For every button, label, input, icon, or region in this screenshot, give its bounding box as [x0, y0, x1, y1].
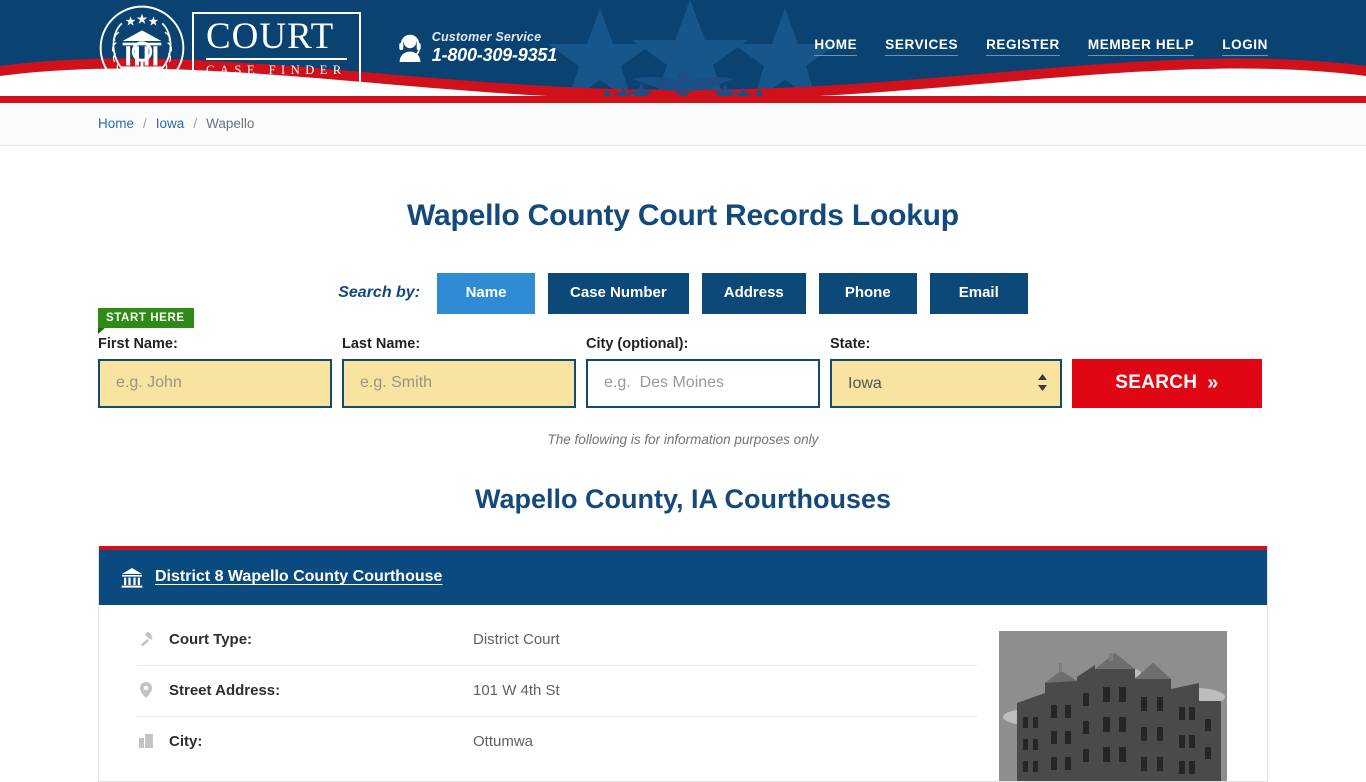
first-name-label: First Name:	[98, 335, 178, 352]
tab-phone[interactable]: Phone	[818, 273, 917, 314]
breadcrumb-separator: /	[143, 116, 147, 131]
search-button-label: SEARCH	[1115, 372, 1198, 393]
city-field-group: City (optional):	[586, 336, 820, 408]
breadcrumb-item-iowa[interactable]: Iowa	[156, 116, 185, 131]
customer-service-label: Customer Service	[431, 30, 542, 45]
row-value: 101 W 4th St	[473, 681, 560, 699]
search-form: START HERE First Name: Last Name: City (…	[98, 307, 1268, 408]
logo-title: COURT	[206, 18, 347, 61]
city-icon	[137, 734, 155, 748]
courthouse-card-header: District 8 Wapello County Courthouse	[99, 545, 1267, 605]
last-name-field-group: Last Name:	[342, 336, 576, 408]
last-name-label: Last Name:	[342, 335, 421, 352]
nav-item-home[interactable]: HOME	[814, 37, 858, 56]
row-label: Court Type:	[169, 630, 253, 648]
breadcrumb-bar: Home / Iowa / Wapello	[0, 103, 1366, 146]
row-label: City:	[169, 732, 203, 750]
bank-courthouse-icon	[121, 567, 143, 588]
courthouse-photo	[999, 630, 1227, 781]
customer-service-block: Customer Service 1-800-309-9351	[397, 30, 557, 65]
nav-item-services[interactable]: SERVICES	[885, 37, 959, 56]
breadcrumb-item-home[interactable]: Home	[98, 116, 134, 131]
table-row: Court Type: District Court	[137, 615, 977, 665]
state-select[interactable]: Iowa	[830, 358, 1062, 408]
page-title: Wapello County Court Records Lookup	[407, 199, 959, 232]
courthouse-card: District 8 Wapello County Courthouse Cou…	[98, 545, 1268, 782]
row-value: Ottumwa	[473, 732, 534, 750]
court-emblem-icon	[99, 5, 185, 91]
site-logo[interactable]: COURT CASE FINDER	[98, 4, 361, 92]
gavel-icon	[137, 631, 155, 647]
breadcrumb: Home / Iowa / Wapello	[0, 103, 1366, 145]
courthouse-details: Court Type: District Court Street Addres…	[99, 605, 999, 781]
breadcrumb-separator: /	[193, 116, 198, 131]
nav-item-register[interactable]: REGISTER	[986, 37, 1060, 56]
city-input[interactable]	[586, 358, 820, 408]
section-title: Wapello County, IA Courthouses	[475, 483, 891, 514]
search-by-label: Search by:	[338, 284, 421, 302]
start-here-badge: START HERE	[98, 307, 194, 334]
logo-wordmark: COURT CASE FINDER	[192, 12, 361, 84]
first-name-input[interactable]	[98, 358, 332, 408]
logo-subtitle: CASE FINDER	[206, 63, 347, 78]
row-value: District Court	[473, 630, 560, 648]
headset-support-icon	[399, 34, 421, 62]
courthouse-photo-wrap	[999, 605, 1267, 781]
tab-case-number[interactable]: Case Number	[548, 273, 689, 314]
nav-item-login[interactable]: LOGIN	[1222, 37, 1268, 56]
tab-email[interactable]: Email	[929, 273, 1028, 314]
first-name-field-group: First Name:	[98, 336, 332, 408]
disclaimer-text: The following is for information purpose…	[547, 431, 819, 447]
courthouse-name-link[interactable]: District 8 Wapello County Courthouse	[155, 568, 442, 586]
search-by-tabs: Search by: Name Case Number Address Phon…	[98, 273, 1268, 314]
table-row: City: Ottumwa	[137, 715, 977, 767]
map-pin-icon	[137, 682, 155, 698]
tab-address[interactable]: Address	[701, 273, 806, 314]
header-red-stripe	[0, 96, 1366, 103]
state-label: State:	[830, 335, 871, 352]
tab-name[interactable]: Name	[437, 273, 536, 314]
courthouse-card-body: Court Type: District Court Street Addres…	[99, 605, 1267, 781]
state-field-group: State: Iowa	[830, 336, 1062, 408]
city-label: City (optional):	[586, 335, 689, 352]
site-header: COURT CASE FINDER Customer Service 1-800…	[0, 0, 1366, 96]
main-navigation: HOME SERVICES REGISTER MEMBER HELP LOGIN	[814, 37, 1268, 60]
search-button[interactable]: SEARCH »	[1072, 358, 1262, 408]
row-label: Street Address:	[169, 681, 281, 699]
breadcrumb-item-wapello: Wapello	[206, 116, 255, 131]
double-chevron-right-icon: »	[1207, 371, 1219, 394]
main-content: Wapello County Court Records Lookup Sear…	[0, 199, 1366, 782]
customer-service-phone[interactable]: 1-800-309-9351	[432, 45, 558, 66]
last-name-input[interactable]	[342, 358, 576, 408]
nav-item-member-help[interactable]: MEMBER HELP	[1087, 37, 1195, 56]
table-row: Street Address: 101 W 4th St	[137, 664, 977, 716]
